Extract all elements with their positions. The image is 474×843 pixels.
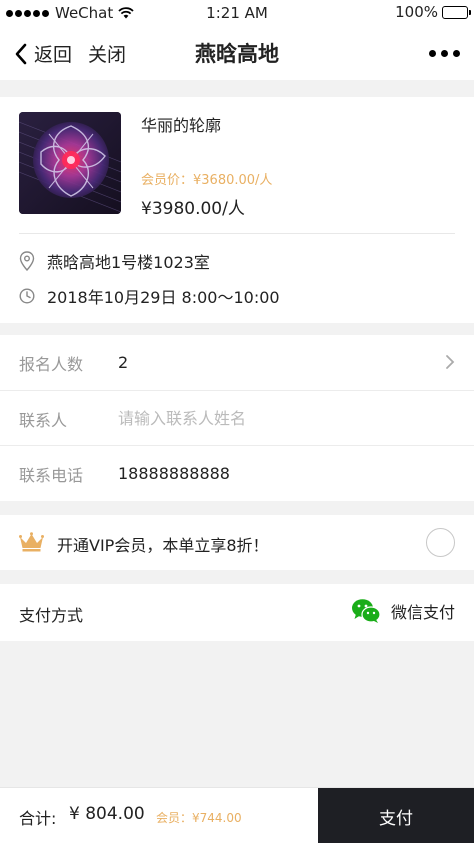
payment-method-label: 微信支付 <box>390 603 455 622</box>
total-label: 合计: <box>19 809 57 828</box>
checkout-bar: 合计: ¥ 804.00 会员：¥744.00 支付 <box>0 787 474 843</box>
contact-name-input[interactable] <box>118 409 418 428</box>
member-price: 会员价：¥3680.00/人 <box>141 173 273 188</box>
more-dots-icon[interactable] <box>429 50 460 57</box>
payment-label: 支付方式 <box>19 606 84 625</box>
pay-button[interactable]: 支付 <box>318 788 474 843</box>
attendee-count-row[interactable]: 报名人数 2 <box>0 335 474 390</box>
datetime-row: 2018年10月29日 8:00～10:00 <box>19 284 280 308</box>
payment-method: 微信支付 <box>351 598 455 624</box>
total-amount: ¥ 804.00 <box>69 804 145 824</box>
member-total: 会员：¥744.00 <box>156 811 242 825</box>
product-price: ¥3980.00/人 <box>141 199 245 219</box>
page-title: 燕晗高地 <box>195 42 279 66</box>
contact-row: 联系人 <box>0 391 474 446</box>
product-thumbnail <box>19 112 121 214</box>
phone-field[interactable]: 18888888888 <box>118 464 230 483</box>
product-card: 华丽的轮廓 会员价：¥3680.00/人 ¥3980.00/人 燕晗高地1号楼1… <box>0 97 474 323</box>
nav-bar: 返回 关闭 燕晗高地 <box>0 26 474 80</box>
contact-label: 联系人 <box>19 410 68 430</box>
crown-icon <box>19 532 44 552</box>
product-title: 华丽的轮廓 <box>141 116 222 135</box>
status-bar: WeChat 1:21 AM 100% <box>0 0 474 26</box>
signup-form: 报名人数 2 联系人 联系电话 18888888888 <box>0 335 474 501</box>
vip-offer-row[interactable]: 开通VIP会员，本单立享8折！ <box>0 515 474 570</box>
payment-row[interactable]: 支付方式 微信支付 <box>0 584 474 641</box>
phone-row: 联系电话 18888888888 <box>0 446 474 501</box>
attendee-count-value: 2 <box>118 353 129 372</box>
location-pin-icon <box>19 251 35 271</box>
chevron-right-icon <box>446 355 455 369</box>
phone-label: 联系电话 <box>19 465 84 485</box>
datetime-text: 2018年10月29日 8:00～10:00 <box>47 288 280 307</box>
battery-icon <box>442 5 471 19</box>
battery-group: 100% <box>395 3 471 21</box>
location-row: 燕晗高地1号楼1023室 <box>19 249 210 273</box>
wechat-pay-icon <box>351 599 381 623</box>
attendee-count-label: 报名人数 <box>19 354 84 374</box>
vip-radio[interactable] <box>426 528 455 557</box>
clock-icon <box>19 288 35 304</box>
battery-percent: 100% <box>395 3 438 21</box>
vip-offer-text: 开通VIP会员，本单立享8折！ <box>57 536 269 555</box>
location-text: 燕晗高地1号楼1023室 <box>47 253 210 272</box>
divider <box>19 233 455 234</box>
